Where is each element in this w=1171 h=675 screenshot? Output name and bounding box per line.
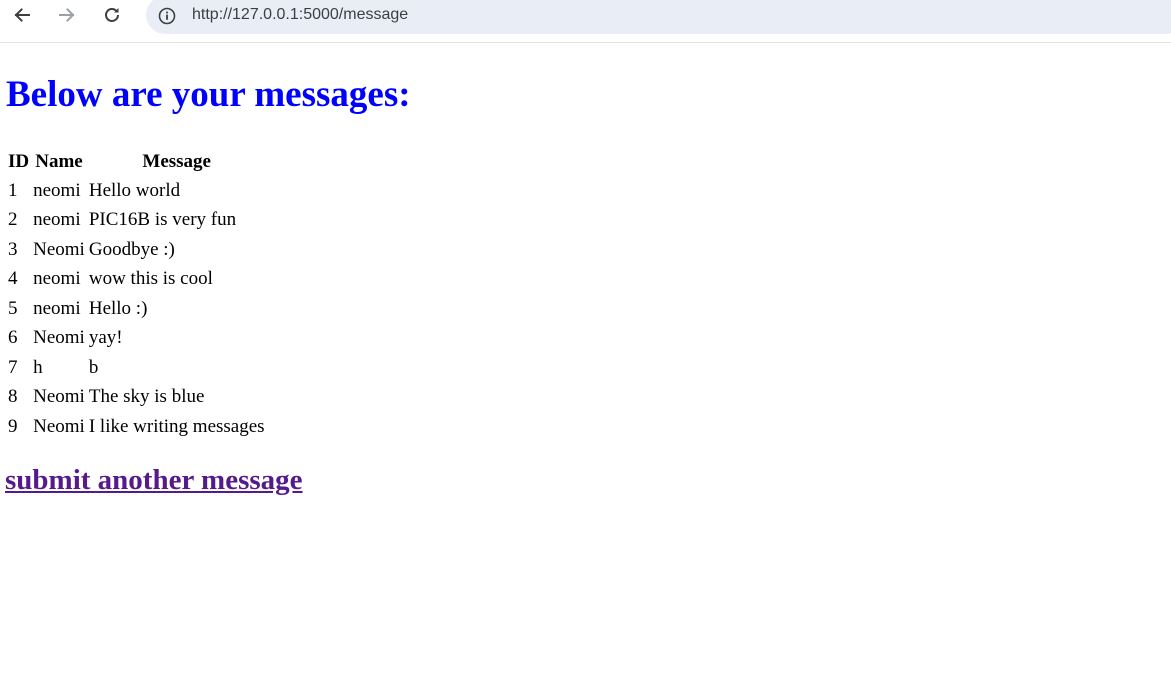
cell-name: Neomi (33, 386, 85, 407)
table-row: 3 Neomi Goodbye :) (7, 236, 266, 264)
cell-id: 1 (8, 179, 18, 201)
cell-message: yay! (88, 327, 123, 348)
table-header-row: ID Name Message (7, 149, 266, 175)
cell-message: wow this is cool (88, 268, 213, 289)
page-title: Below are your messages: (6, 74, 411, 115)
messages-table: ID Name Message 1 neomi Hello world 2 ne… (5, 147, 268, 442)
link-container: submit another message (5, 463, 1166, 497)
address-bar[interactable]: http://127.0.0.1:5000/message (146, 0, 1171, 34)
cell-name: neomi (33, 209, 81, 230)
cell-message: PIC16B is very fun (88, 209, 237, 230)
cell-name: neomi (33, 268, 81, 289)
cell-id: 3 (8, 238, 18, 260)
cell-name: Neomi (33, 327, 85, 348)
cell-message: The sky is blue (88, 386, 205, 407)
cell-message: I like writing messages (88, 415, 265, 437)
cell-message: b (88, 356, 99, 378)
page-content: Below are your messages: ID Name Message… (0, 43, 1171, 497)
arrow-right-icon (58, 6, 76, 24)
header-message: Message (142, 151, 211, 172)
table-row: 5 neomi Hello :) (7, 295, 266, 323)
table-row: 2 neomi PIC16B is very fun (7, 206, 266, 234)
cell-name: Neomi (33, 238, 85, 260)
cell-name: h (33, 356, 43, 378)
table-row: 6 Neomi yay! (7, 324, 266, 352)
table-row: 8 Neomi The sky is blue (7, 383, 266, 411)
cell-name: neomi (33, 297, 81, 319)
cell-name: neomi (33, 179, 81, 201)
cell-name: Neomi (33, 415, 85, 437)
cell-id: 5 (8, 297, 18, 319)
reload-icon (103, 6, 121, 24)
table-row: 1 neomi Hello world (7, 177, 266, 205)
cell-id: 9 (8, 415, 18, 437)
arrow-left-icon (13, 6, 31, 24)
back-button[interactable] (5, 0, 39, 30)
cell-message: Hello :) (88, 297, 148, 319)
header-id: ID (8, 151, 30, 172)
cell-message: Goodbye :) (88, 238, 175, 260)
browser-toolbar: http://127.0.0.1:5000/message (0, 0, 1171, 43)
table-row: 4 neomi wow this is cool (7, 265, 266, 293)
cell-id: 2 (8, 209, 18, 230)
table-row: 7 h b (7, 354, 266, 382)
url-text[interactable]: http://127.0.0.1:5000/message (192, 5, 408, 25)
cell-id: 6 (8, 327, 18, 348)
cell-message: Hello world (88, 179, 181, 201)
header-name: Name (35, 151, 83, 172)
reload-button[interactable] (95, 0, 129, 30)
cell-id: 8 (8, 386, 18, 407)
submit-another-message-link[interactable]: submit another message (5, 464, 303, 496)
table-row: 9 Neomi I like writing messages (7, 413, 266, 441)
info-icon[interactable] (158, 7, 176, 25)
cell-id: 4 (8, 268, 18, 289)
cell-id: 7 (8, 356, 18, 378)
forward-button[interactable] (50, 0, 84, 30)
